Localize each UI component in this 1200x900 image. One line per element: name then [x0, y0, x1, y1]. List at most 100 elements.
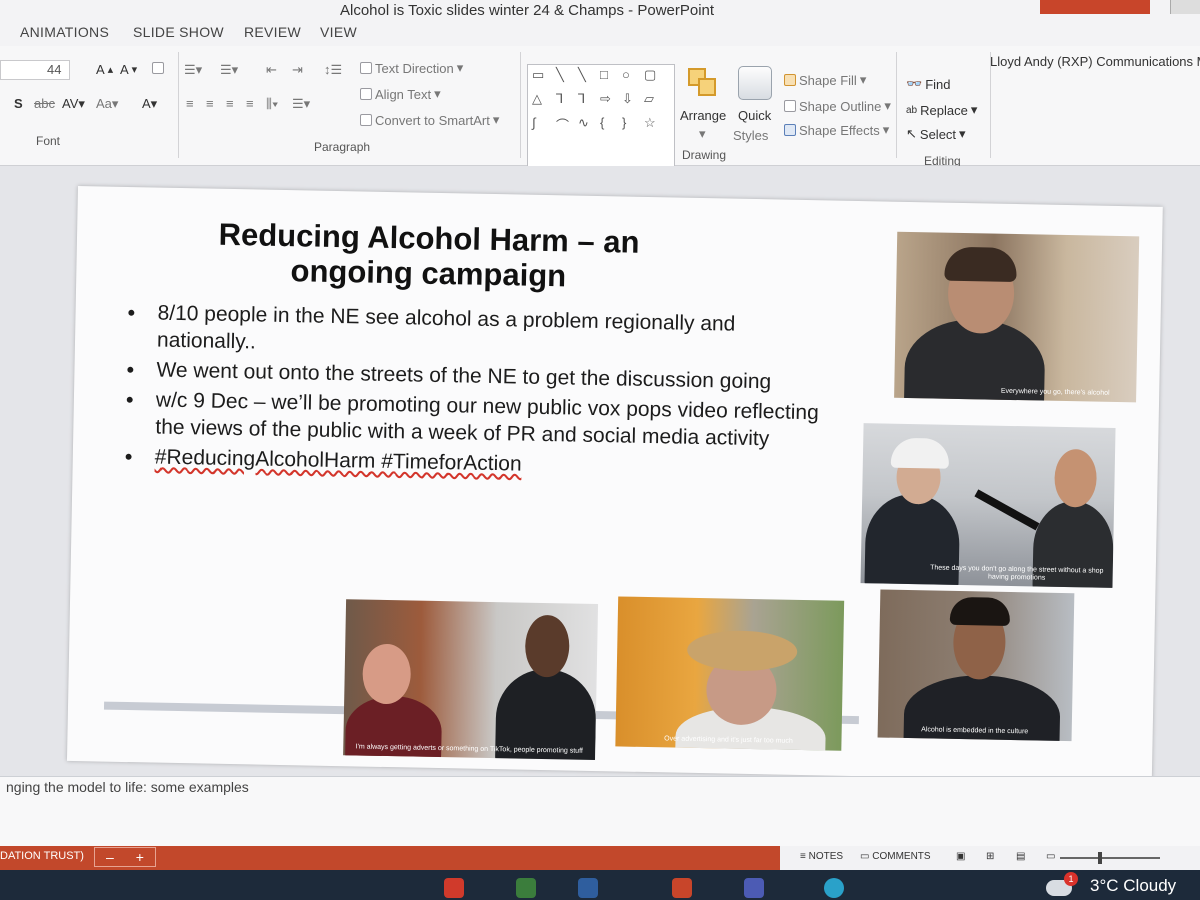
replace-button[interactable]: ab Replace ▾ [906, 102, 977, 118]
minus-icon[interactable]: – [106, 849, 114, 865]
font-color-button[interactable]: A▾ [142, 96, 157, 112]
vox-pop-photo-4[interactable]: Over advertising and it's just far too m… [615, 596, 845, 751]
pen-outline-icon [784, 100, 796, 112]
align-left-icon[interactable]: ≡ [186, 96, 194, 111]
microphone-shape [974, 489, 1040, 531]
status-left-label: DATION TRUST) [0, 850, 84, 862]
tab-animations[interactable]: ANIMATIONS [20, 24, 109, 40]
strikethrough-button[interactable]: abc [34, 96, 55, 111]
binoculars-icon: 👓 [906, 76, 923, 91]
brace-right-shape-icon[interactable]: } [622, 115, 626, 130]
align-columns-icon[interactable]: ☰▾ [292, 96, 310, 112]
reading-view-icon[interactable]: ▤ [1016, 851, 1025, 862]
arrow-line-shape-icon[interactable]: ╲ [578, 67, 586, 83]
slide-title[interactable]: Reducing Alcohol Harm – an ongoing campa… [168, 216, 689, 296]
right-arrow-shape-icon[interactable]: ⇨ [600, 91, 611, 107]
numbering-icon[interactable]: ☰▾ [220, 62, 238, 78]
paragraph-group-label: Paragraph [314, 140, 371, 154]
notes-button[interactable]: ≡ NOTES [800, 851, 843, 862]
find-label: Find [925, 76, 951, 92]
quick-styles-label-2[interactable]: Styles [733, 128, 768, 143]
arc-shape-icon[interactable]: ⌒ [556, 115, 569, 134]
slide-sorter-icon[interactable]: ⊞ [986, 851, 994, 862]
normal-view-icon[interactable]: ▣ [956, 851, 965, 862]
shape-fill-button[interactable]: Shape Fill ▾ [784, 72, 866, 88]
rectangle-shape-icon[interactable]: □ [600, 67, 608, 82]
speaker-notes-text[interactable]: nging the model to life: some examples [6, 779, 249, 795]
find-button[interactable]: 👓 Find [906, 76, 950, 92]
align-center-icon[interactable]: ≡ [206, 96, 214, 111]
taskbar-app-icon[interactable] [578, 878, 598, 898]
align-text-button[interactable]: Align Text ▾ [360, 86, 441, 102]
tab-slide-show[interactable]: SLIDE SHOW [133, 24, 224, 40]
freeform-shape-icon[interactable]: ∿ [578, 115, 589, 131]
quick-styles-label-1[interactable]: Quick [738, 108, 771, 123]
tab-review[interactable]: REVIEW [244, 24, 301, 40]
zoom-slider-track[interactable] [1060, 857, 1160, 859]
grow-font-button[interactable]: A ▴ [96, 62, 113, 77]
change-case-button[interactable]: Aa▾ [96, 96, 118, 112]
decrease-indent-icon[interactable]: ⇤ [266, 62, 277, 78]
plus-icon[interactable]: + [136, 849, 144, 865]
taskbar-edge-icon[interactable] [824, 878, 844, 898]
quick-styles-icon[interactable] [738, 66, 772, 100]
font-size-input[interactable]: 44 [0, 60, 70, 80]
character-spacing-button[interactable]: AV▾ [62, 96, 85, 112]
rounded-rect-shape-icon[interactable]: ▢ [644, 67, 656, 83]
elbow-shape-icon[interactable]: ⅂ [578, 91, 585, 107]
shape-effects-icon [784, 124, 796, 136]
taskbar-app-icon[interactable] [444, 878, 464, 898]
vox-pop-photo-1[interactable]: Everywhere you go, there's alcohol [894, 231, 1140, 403]
weather-widget[interactable]: 3°C Cloudy [1090, 876, 1176, 896]
curve-shape-icon[interactable]: ∫ [532, 115, 536, 130]
arrange-icon[interactable] [688, 68, 720, 100]
columns-icon[interactable]: ⫼▾ [266, 96, 278, 112]
account-name[interactable]: Lloyd Andy (RXP) Communications M [990, 54, 1200, 69]
shadow-button[interactable]: S [14, 96, 23, 111]
clear-formatting-icon[interactable] [152, 62, 164, 74]
arrange-label[interactable]: Arrange [680, 108, 726, 123]
speaker-notes-pane[interactable]: nging the model to life: some examples [0, 776, 1200, 846]
comments-button[interactable]: ▭ COMMENTS [860, 851, 931, 862]
bullet-list[interactable]: 8/10 people in the NE see alcohol as a p… [124, 299, 827, 486]
increase-indent-icon[interactable]: ⇥ [292, 62, 303, 78]
shape-effects-label: Shape Effects [799, 122, 880, 138]
taskbar-powerpoint-icon[interactable] [672, 878, 692, 898]
align-right-icon[interactable]: ≡ [226, 96, 234, 111]
connector-shape-icon[interactable]: ⅂ [556, 91, 563, 107]
vox-pop-photo-2[interactable]: These days you don't go along the street… [860, 423, 1116, 588]
star-shape-icon[interactable]: ☆ [644, 115, 656, 131]
weather-temperature: 3°C [1090, 876, 1119, 895]
textbox-shape-icon[interactable]: ▭ [532, 67, 544, 83]
window-close-button[interactable] [1170, 0, 1200, 14]
person-head [1054, 448, 1098, 508]
taskbar-teams-icon[interactable] [744, 878, 764, 898]
taskbar-app-icon[interactable] [516, 878, 536, 898]
person-head [524, 614, 570, 678]
slide-canvas[interactable]: Reducing Alcohol Harm – an ongoing campa… [66, 186, 1163, 782]
tab-view[interactable]: VIEW [320, 24, 357, 40]
shape-effects-button[interactable]: Shape Effects ▾ [784, 122, 889, 138]
brace-left-shape-icon[interactable]: { [600, 115, 604, 130]
shrink-font-button[interactable]: A ▾ [120, 62, 137, 77]
line-shape-icon[interactable]: ╲ [556, 67, 564, 83]
comments-label: COMMENTS [872, 851, 931, 862]
select-button[interactable]: ↖ Select ▾ [906, 126, 966, 142]
justify-icon[interactable]: ≡ [246, 96, 254, 111]
status-zoom-controls[interactable]: – + [94, 847, 156, 867]
vox-pop-photo-3[interactable]: I'm always getting adverts or something … [343, 599, 599, 761]
shapes-gallery[interactable]: ▭ ╲ ╲ □ ○ ▢ △ ⅂ ⅂ ⇨ ⇩ ▱ ∫ ⌒ ∿ { } ☆ [527, 64, 675, 180]
bullets-icon[interactable]: ☰▾ [184, 62, 202, 78]
arrange-dropdown-icon[interactable]: ▾ [699, 126, 706, 142]
oval-shape-icon[interactable]: ○ [622, 67, 630, 82]
triangle-shape-icon[interactable]: △ [532, 91, 542, 107]
text-direction-button[interactable]: Text Direction ▾ [360, 60, 463, 76]
line-spacing-icon[interactable]: ↕☰ [324, 62, 342, 78]
zoom-slider-thumb[interactable] [1098, 852, 1102, 864]
shape-outline-button[interactable]: Shape Outline ▾ [784, 98, 891, 114]
slideshow-view-icon[interactable]: ▭ [1046, 851, 1055, 862]
down-arrow-shape-icon[interactable]: ⇩ [622, 91, 633, 107]
convert-smartart-button[interactable]: Convert to SmartArt ▾ [360, 112, 499, 128]
vox-pop-photo-5[interactable]: Alcohol is embedded in the culture [877, 589, 1075, 742]
flowchart-shape-icon[interactable]: ▱ [644, 91, 654, 107]
